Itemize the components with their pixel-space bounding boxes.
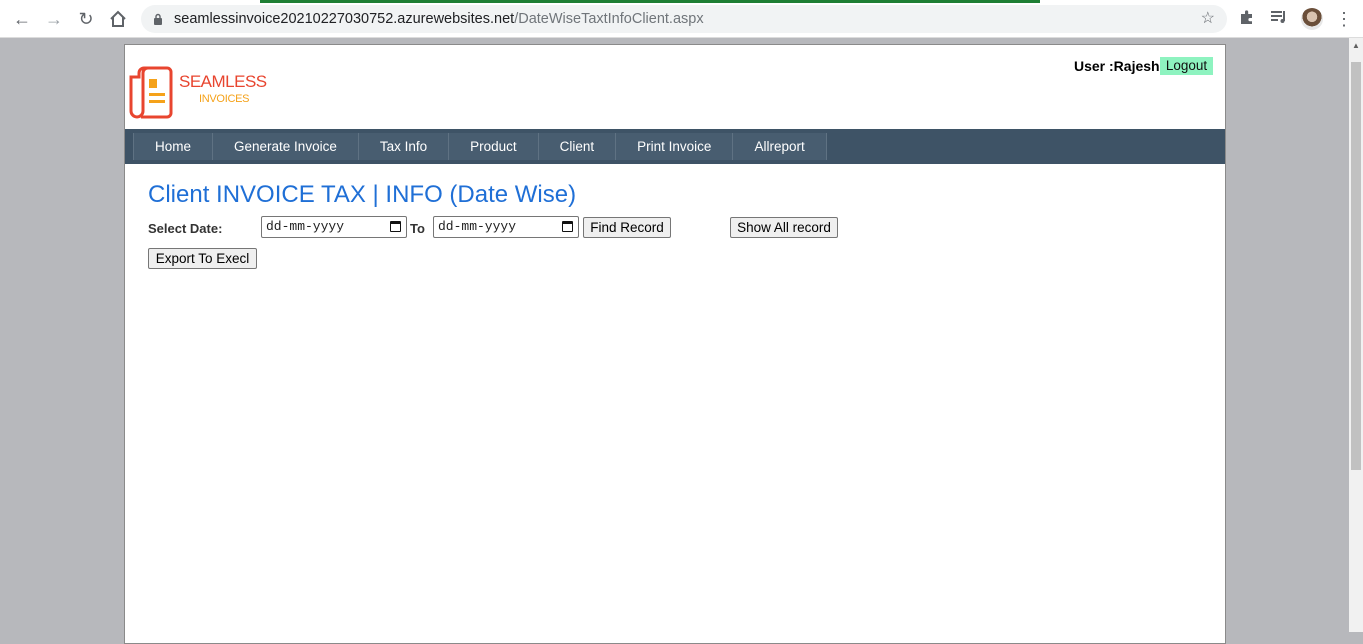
menu-item-allreport[interactable]: Allreport — [732, 133, 827, 160]
to-label: To — [410, 221, 425, 236]
menu-item-print-invoice[interactable]: Print Invoice — [615, 133, 734, 160]
seamless-invoices-logo[interactable]: SEAMLESS INVOICES — [129, 63, 267, 121]
forward-arrow-icon[interactable]: → — [43, 8, 65, 30]
menu-item-home[interactable]: Home — [133, 133, 214, 160]
find-record-button[interactable]: Find Record — [583, 217, 671, 238]
url-path: /DateWiseTaxtInfoClient.aspx — [514, 11, 704, 27]
media-queue-icon[interactable] — [1269, 9, 1289, 29]
to-date-input[interactable]: dd-mm-yyyy — [433, 216, 579, 238]
menu-item-tax-info[interactable]: Tax Info — [357, 133, 450, 160]
select-date-label: Select Date: — [148, 221, 223, 236]
bookmark-star-icon[interactable]: ☆ — [1201, 10, 1215, 28]
page-title: Client INVOICE TAX | INFO (Date Wise) — [148, 181, 577, 208]
logo-text-seamless: SEAMLESS — [179, 72, 267, 91]
url-host: seamlessinvoice20210227030752.azurewebsi… — [174, 11, 515, 27]
menu-item-generate-invoice[interactable]: Generate Invoice — [212, 133, 359, 160]
calendar-icon[interactable] — [390, 221, 401, 232]
page-container: SEAMLESS INVOICES User :Rajesh Logout Ho… — [124, 44, 1226, 644]
export-to-excel-button[interactable]: Export To Execl — [148, 248, 257, 269]
invoice-logo-icon — [129, 66, 173, 119]
from-date-input[interactable]: dd-mm-yyyy — [261, 216, 407, 238]
page-scrollbar[interactable]: ▲ — [1349, 38, 1363, 632]
back-arrow-icon[interactable]: ← — [11, 8, 33, 30]
scroll-up-arrow-icon[interactable]: ▲ — [1349, 38, 1363, 54]
from-date-value: dd-mm-yyyy — [266, 219, 345, 234]
logo-text-invoices: INVOICES — [199, 93, 250, 105]
url-text: seamlessinvoice20210227030752.azurewebsi… — [174, 10, 704, 28]
menu-item-product[interactable]: Product — [448, 133, 539, 160]
puzzle-icon[interactable] — [1237, 9, 1257, 29]
lock-icon — [154, 13, 162, 25]
logout-button[interactable]: Logout — [1160, 57, 1213, 75]
main-menu: Home Generate Invoice Tax Info Product C… — [133, 133, 827, 160]
reload-icon[interactable]: ↻ — [75, 8, 97, 30]
user-label: User :Rajesh — [1074, 58, 1160, 74]
kebab-menu-icon[interactable]: ⋮ — [1334, 9, 1354, 29]
browser-toolbar: ← → ↻ seamlessinvoice20210227030752.azur… — [0, 0, 1363, 38]
home-icon[interactable] — [107, 8, 129, 30]
menu-item-client[interactable]: Client — [537, 133, 617, 160]
address-bar[interactable]: seamlessinvoice20210227030752.azurewebsi… — [141, 5, 1227, 33]
profile-avatar[interactable] — [1301, 8, 1323, 30]
tab-indicator — [260, 0, 1040, 3]
show-all-record-button[interactable]: Show All record — [730, 217, 838, 238]
main-menu-bar: Home Generate Invoice Tax Info Product C… — [125, 129, 1225, 164]
to-date-value: dd-mm-yyyy — [438, 219, 517, 234]
calendar-icon[interactable] — [562, 221, 573, 232]
scroll-thumb[interactable] — [1351, 62, 1361, 470]
